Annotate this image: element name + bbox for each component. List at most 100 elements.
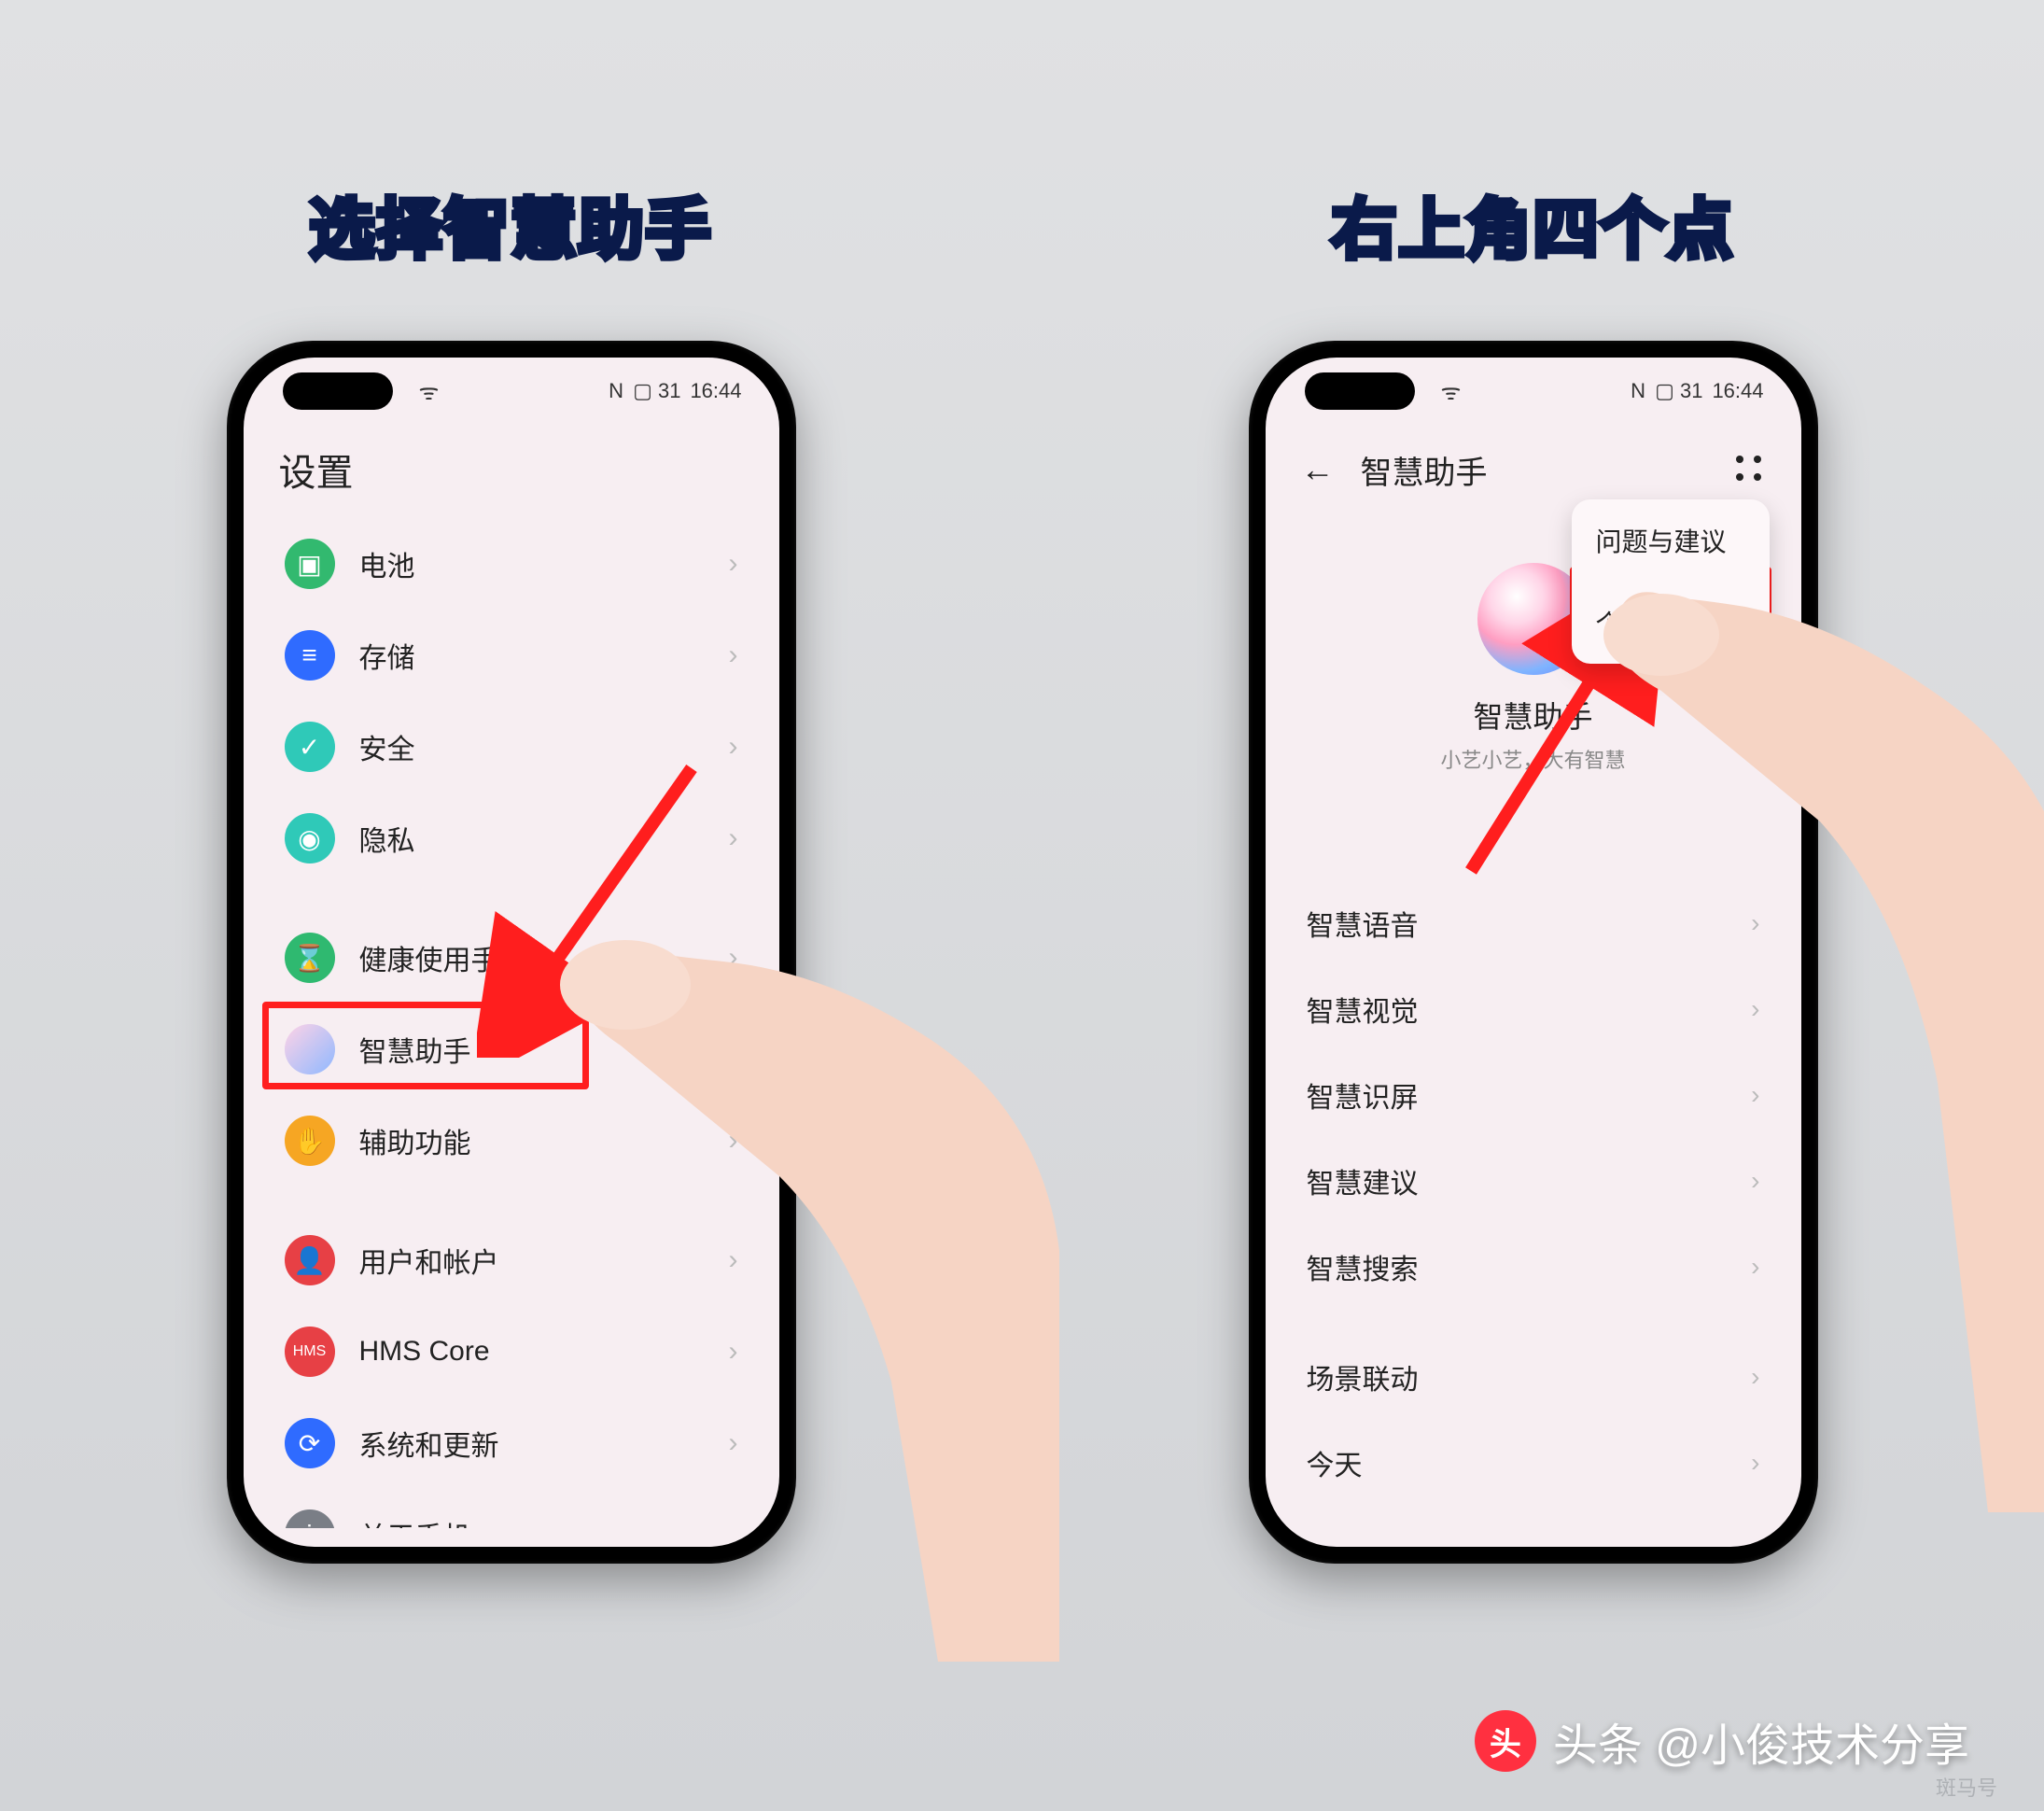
- feature-today[interactable]: 今天 ›: [1292, 1420, 1775, 1506]
- chevron-right-icon: ›: [729, 1336, 738, 1368]
- status-time: 16:44: [690, 379, 741, 403]
- header-left: 设置: [244, 430, 779, 509]
- back-button[interactable]: ←: [1301, 450, 1335, 489]
- status-battery-icon: ▢ 31: [633, 379, 680, 403]
- battery-icon: ▣: [285, 539, 335, 589]
- status-nfc-icon: N: [609, 379, 623, 403]
- item-label: 智慧搜索: [1307, 1246, 1419, 1287]
- page-title: 智慧助手: [1361, 447, 1488, 493]
- chevron-right-icon: ›: [1751, 1080, 1759, 1110]
- chevron-right-icon: ›: [729, 1033, 738, 1065]
- settings-item-security[interactable]: ✓ 安全 ›: [270, 701, 753, 793]
- feature-search[interactable]: 智慧搜索 ›: [1292, 1224, 1775, 1310]
- caption-right: 右上角四个点: [1332, 177, 1735, 272]
- item-label: 辅助功能: [359, 1120, 729, 1161]
- item-label: 电池: [359, 543, 729, 584]
- chevron-right-icon: ›: [729, 822, 738, 854]
- popup-feedback[interactable]: 问题与建议: [1572, 499, 1770, 582]
- shield-icon: ◉: [285, 813, 335, 863]
- settings-item-about[interactable]: i 关于手机 ›: [270, 1489, 753, 1528]
- camera-cutout: [283, 372, 393, 410]
- settings-item-digital-balance[interactable]: ⌛ 健康使用手机 ›: [270, 912, 753, 1004]
- item-label: 安全: [359, 726, 729, 767]
- shield-check-icon: ✓: [285, 722, 335, 772]
- panel-left: 选择智慧助手 ᯤ N ▢ 31 16:44 设置: [0, 0, 1022, 1811]
- chevron-right-icon: ›: [729, 942, 738, 974]
- status-battery-icon: ▢ 31: [1655, 379, 1702, 403]
- settings-item-system-update[interactable]: ⟳ 系统和更新 ›: [270, 1397, 753, 1489]
- phone-screen-left: ᯤ N ▢ 31 16:44 设置 ▣ 电池: [244, 358, 779, 1547]
- chevron-right-icon: ›: [729, 1427, 738, 1459]
- info-icon: i: [285, 1509, 335, 1528]
- chevron-right-icon: ›: [1751, 1252, 1759, 1282]
- item-label: 智慧建议: [1307, 1160, 1419, 1201]
- item-label: 健康使用手机: [359, 937, 729, 978]
- status-nfc-icon: N: [1631, 379, 1645, 403]
- assistant-feature-list: 智慧语音 › 智慧视觉 › 智慧识屏 › 智慧建议 ›: [1292, 880, 1775, 1506]
- chevron-right-icon: ›: [729, 731, 738, 763]
- status-time: 16:44: [1712, 379, 1763, 403]
- status-signal-icon: ᯤ: [1441, 376, 1462, 407]
- item-label: 系统和更新: [359, 1423, 729, 1464]
- item-label: 智慧视觉: [1307, 989, 1419, 1030]
- status-signal-icon: ᯤ: [419, 376, 440, 407]
- header-right: ← 智慧助手: [1266, 430, 1801, 509]
- chevron-right-icon: ›: [1751, 1166, 1759, 1196]
- settings-item-storage[interactable]: ≡ 存储 ›: [270, 610, 753, 701]
- item-label: 智慧助手: [359, 1029, 729, 1070]
- settings-item-privacy[interactable]: ◉ 隐私 ›: [270, 793, 753, 884]
- item-label: 智慧识屏: [1307, 1074, 1419, 1116]
- assistant-subtitle: 小艺小艺，大有智慧: [1440, 744, 1625, 774]
- feature-screen-recognize[interactable]: 智慧识屏 ›: [1292, 1052, 1775, 1138]
- chevron-right-icon: ›: [729, 1125, 738, 1157]
- watermark: 头 头条 @小俊技术分享: [1475, 1708, 1969, 1774]
- popup-personalize[interactable]: 个性化设置: [1572, 582, 1770, 664]
- assistant-name: 智慧助手: [1473, 694, 1592, 737]
- watermark-sub: 斑马号: [1936, 1772, 1997, 1802]
- chevron-right-icon: ›: [729, 639, 738, 671]
- chevron-right-icon: ›: [1751, 908, 1759, 938]
- item-label: 隐私: [359, 818, 729, 859]
- chevron-right-icon: ›: [729, 1519, 738, 1528]
- panel-right: 右上角四个点 ᯤ N ▢ 31 16:44 ← 智慧助手: [1022, 0, 2044, 1811]
- caption-left: 选择智慧助手: [310, 177, 713, 272]
- settings-item-assistant[interactable]: 智慧助手 ›: [270, 1004, 753, 1095]
- phone-screen-right: ᯤ N ▢ 31 16:44 ← 智慧助手 问题与建议: [1266, 358, 1801, 1547]
- hms-icon: HMS: [285, 1327, 335, 1377]
- phone-frame-left: ᯤ N ▢ 31 16:44 设置 ▣ 电池: [227, 341, 796, 1564]
- chevron-right-icon: ›: [1751, 1362, 1759, 1392]
- settings-item-accessibility[interactable]: ✋ 辅助功能 ›: [270, 1095, 753, 1186]
- chevron-right-icon: ›: [1751, 994, 1759, 1024]
- popup-menu: 问题与建议 个性化设置: [1572, 499, 1770, 664]
- item-label: 用户和帐户: [359, 1240, 729, 1281]
- camera-cutout: [1305, 372, 1415, 410]
- refresh-icon: ⟳: [285, 1418, 335, 1468]
- chevron-right-icon: ›: [1751, 1448, 1759, 1478]
- settings-list[interactable]: ▣ 电池 › ≡ 存储 › ✓ 安全 ›: [270, 518, 753, 1528]
- user-icon: 👤: [285, 1235, 335, 1285]
- feature-scene-link[interactable]: 场景联动 ›: [1292, 1334, 1775, 1420]
- item-label: 今天: [1307, 1442, 1363, 1483]
- hourglass-icon: ⌛: [285, 933, 335, 983]
- settings-item-users[interactable]: 👤 用户和帐户 ›: [270, 1214, 753, 1306]
- assistant-orb-icon: [285, 1024, 335, 1074]
- item-label: HMS Core: [359, 1336, 729, 1368]
- phone-frame-right: ᯤ N ▢ 31 16:44 ← 智慧助手 问题与建议: [1249, 341, 1818, 1564]
- item-label: 场景联动: [1307, 1356, 1419, 1397]
- watermark-logo-icon: 头: [1475, 1710, 1536, 1772]
- watermark-text: 头条 @小俊技术分享: [1553, 1708, 1969, 1774]
- item-label: 存储: [359, 635, 729, 676]
- item-label: 智慧语音: [1307, 903, 1419, 944]
- feature-vision[interactable]: 智慧视觉 ›: [1292, 966, 1775, 1052]
- feature-suggest[interactable]: 智慧建议 ›: [1292, 1138, 1775, 1224]
- hand-icon: ✋: [285, 1116, 335, 1166]
- settings-item-hms[interactable]: HMS HMS Core ›: [270, 1306, 753, 1397]
- storage-icon: ≡: [285, 630, 335, 681]
- settings-item-battery[interactable]: ▣ 电池 ›: [270, 518, 753, 610]
- page-title: 设置: [279, 442, 354, 497]
- item-label: 关于手机: [359, 1514, 729, 1528]
- chevron-right-icon: ›: [729, 548, 738, 580]
- more-menu-button[interactable]: [1736, 456, 1764, 484]
- chevron-right-icon: ›: [729, 1244, 738, 1276]
- feature-voice[interactable]: 智慧语音 ›: [1292, 880, 1775, 966]
